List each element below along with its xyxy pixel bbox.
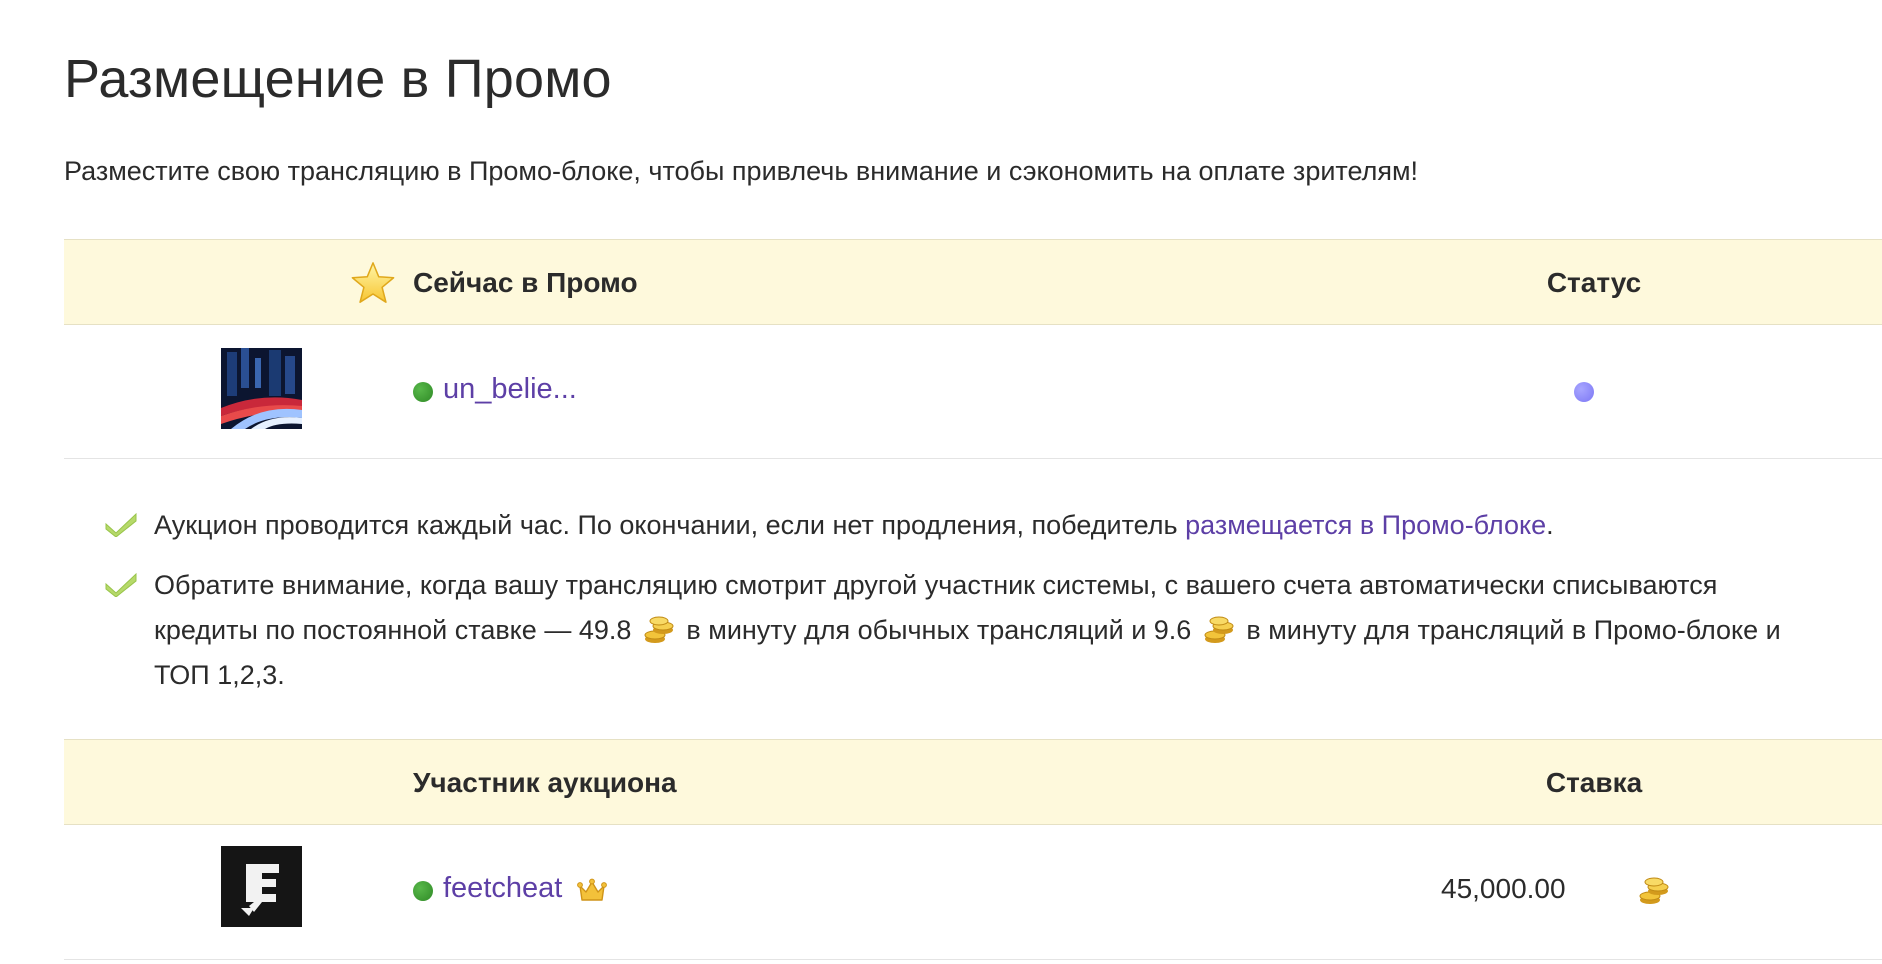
promo-status-indicator	[1574, 382, 1594, 402]
note-item: Аукцион проводится каждый час. По оконча…	[104, 503, 1804, 548]
note-item: Обратите внимание, когда вашу трансляцию…	[104, 563, 1804, 698]
page-intro: Разместите свою трансляцию в Промо-блоке…	[64, 156, 1419, 186]
check-icon	[105, 572, 137, 597]
promo-row: un_belie...	[64, 325, 1882, 459]
star-icon	[351, 262, 395, 303]
check-icon	[105, 512, 137, 537]
note-text-end: .	[1546, 510, 1554, 540]
coin-icon	[1204, 616, 1234, 643]
auction-stream-thumbnail[interactable]	[221, 846, 302, 927]
promo-block-link[interactable]: размещается в Промо-блоке	[1185, 510, 1546, 540]
online-status-icon	[413, 881, 433, 901]
auction-table-header: Участник аукциона Ставка	[64, 739, 1882, 825]
promo-header-status: Статус	[1546, 267, 1642, 298]
crown-icon	[577, 878, 607, 901]
online-status-icon	[413, 382, 433, 402]
promo-stream-thumbnail[interactable]	[221, 348, 302, 429]
auction-header-bid: Ставка	[1545, 767, 1643, 798]
auction-header-participant: Участник аукциона	[413, 767, 677, 798]
coin-icon	[1639, 877, 1669, 904]
page-title: Размещение в Промо	[64, 49, 612, 109]
auction-username-link[interactable]: feetcheat	[443, 872, 562, 905]
auction-row: feetcheat 45,000.00	[64, 825, 1882, 960]
coin-icon	[644, 616, 674, 643]
promo-table: Сейчас в Промо Статус un_belie...	[64, 239, 1882, 459]
promo-table-header: Сейчас в Промо Статус	[64, 239, 1882, 325]
promo-username-link[interactable]: un_belie...	[443, 373, 577, 406]
note-text-part2: в минуту для обычных трансляций и 9.6	[686, 615, 1192, 645]
note-text: Аукцион проводится каждый час. По оконча…	[154, 510, 1186, 540]
promo-header-title: Сейчас в Промо	[413, 267, 638, 298]
promo-page: Размещение в Промо Разместите свою транс…	[0, 0, 1882, 964]
auction-bid-value: 45,000.00	[1441, 873, 1566, 904]
auction-notes: Аукцион проводится каждый час. По оконча…	[104, 503, 1804, 698]
auction-table: Участник аукциона Ставка feetcheat 45,00…	[64, 739, 1882, 960]
